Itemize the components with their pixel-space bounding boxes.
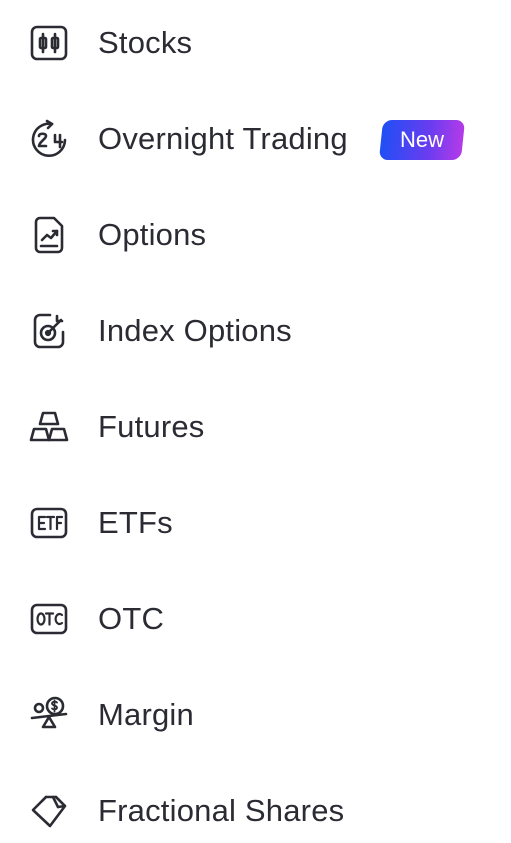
menu-item-options[interactable]: Options [0,203,511,267]
menu-item-fractional-shares[interactable]: Fractional Shares [0,779,511,843]
menu-item-label: Overnight Trading [98,121,348,156]
menu-item-overnight-trading[interactable]: Overnight Trading New [0,107,511,171]
menu-item-index-options[interactable]: Index Options [0,299,511,363]
menu-item-label: Fractional Shares [98,793,345,828]
menu-item-margin[interactable]: Margin [0,683,511,747]
menu-item-label: Margin [98,697,194,732]
stacked-bars-icon [28,406,70,448]
menu-item-label: Options [98,217,207,252]
menu-item-label: ETFs [98,505,173,540]
menu-item-etfs[interactable]: ETFs [0,491,511,555]
target-arrow-icon [28,310,70,352]
menu-item-label: Futures [98,409,205,444]
fraction-tag-icon [28,790,70,832]
new-badge-label: New [399,127,444,152]
menu-item-label: Stocks [98,25,193,60]
menu-item-label: Index Options [98,313,292,348]
menu-item-stocks[interactable]: Stocks [0,11,511,75]
menu-item-otc[interactable]: OTC [0,587,511,651]
product-menu: Stocks Overnight Trading New Options Ind… [0,0,511,843]
menu-item-futures[interactable]: Futures [0,395,511,459]
document-chart-icon [28,214,70,256]
candlestick-chart-icon [28,22,70,64]
menu-item-label: OTC [98,601,165,636]
new-badge: New [378,120,466,160]
otc-icon [28,598,70,640]
clock-24h-icon [28,118,70,160]
balance-dollar-icon [28,694,70,736]
etf-icon [28,502,70,544]
